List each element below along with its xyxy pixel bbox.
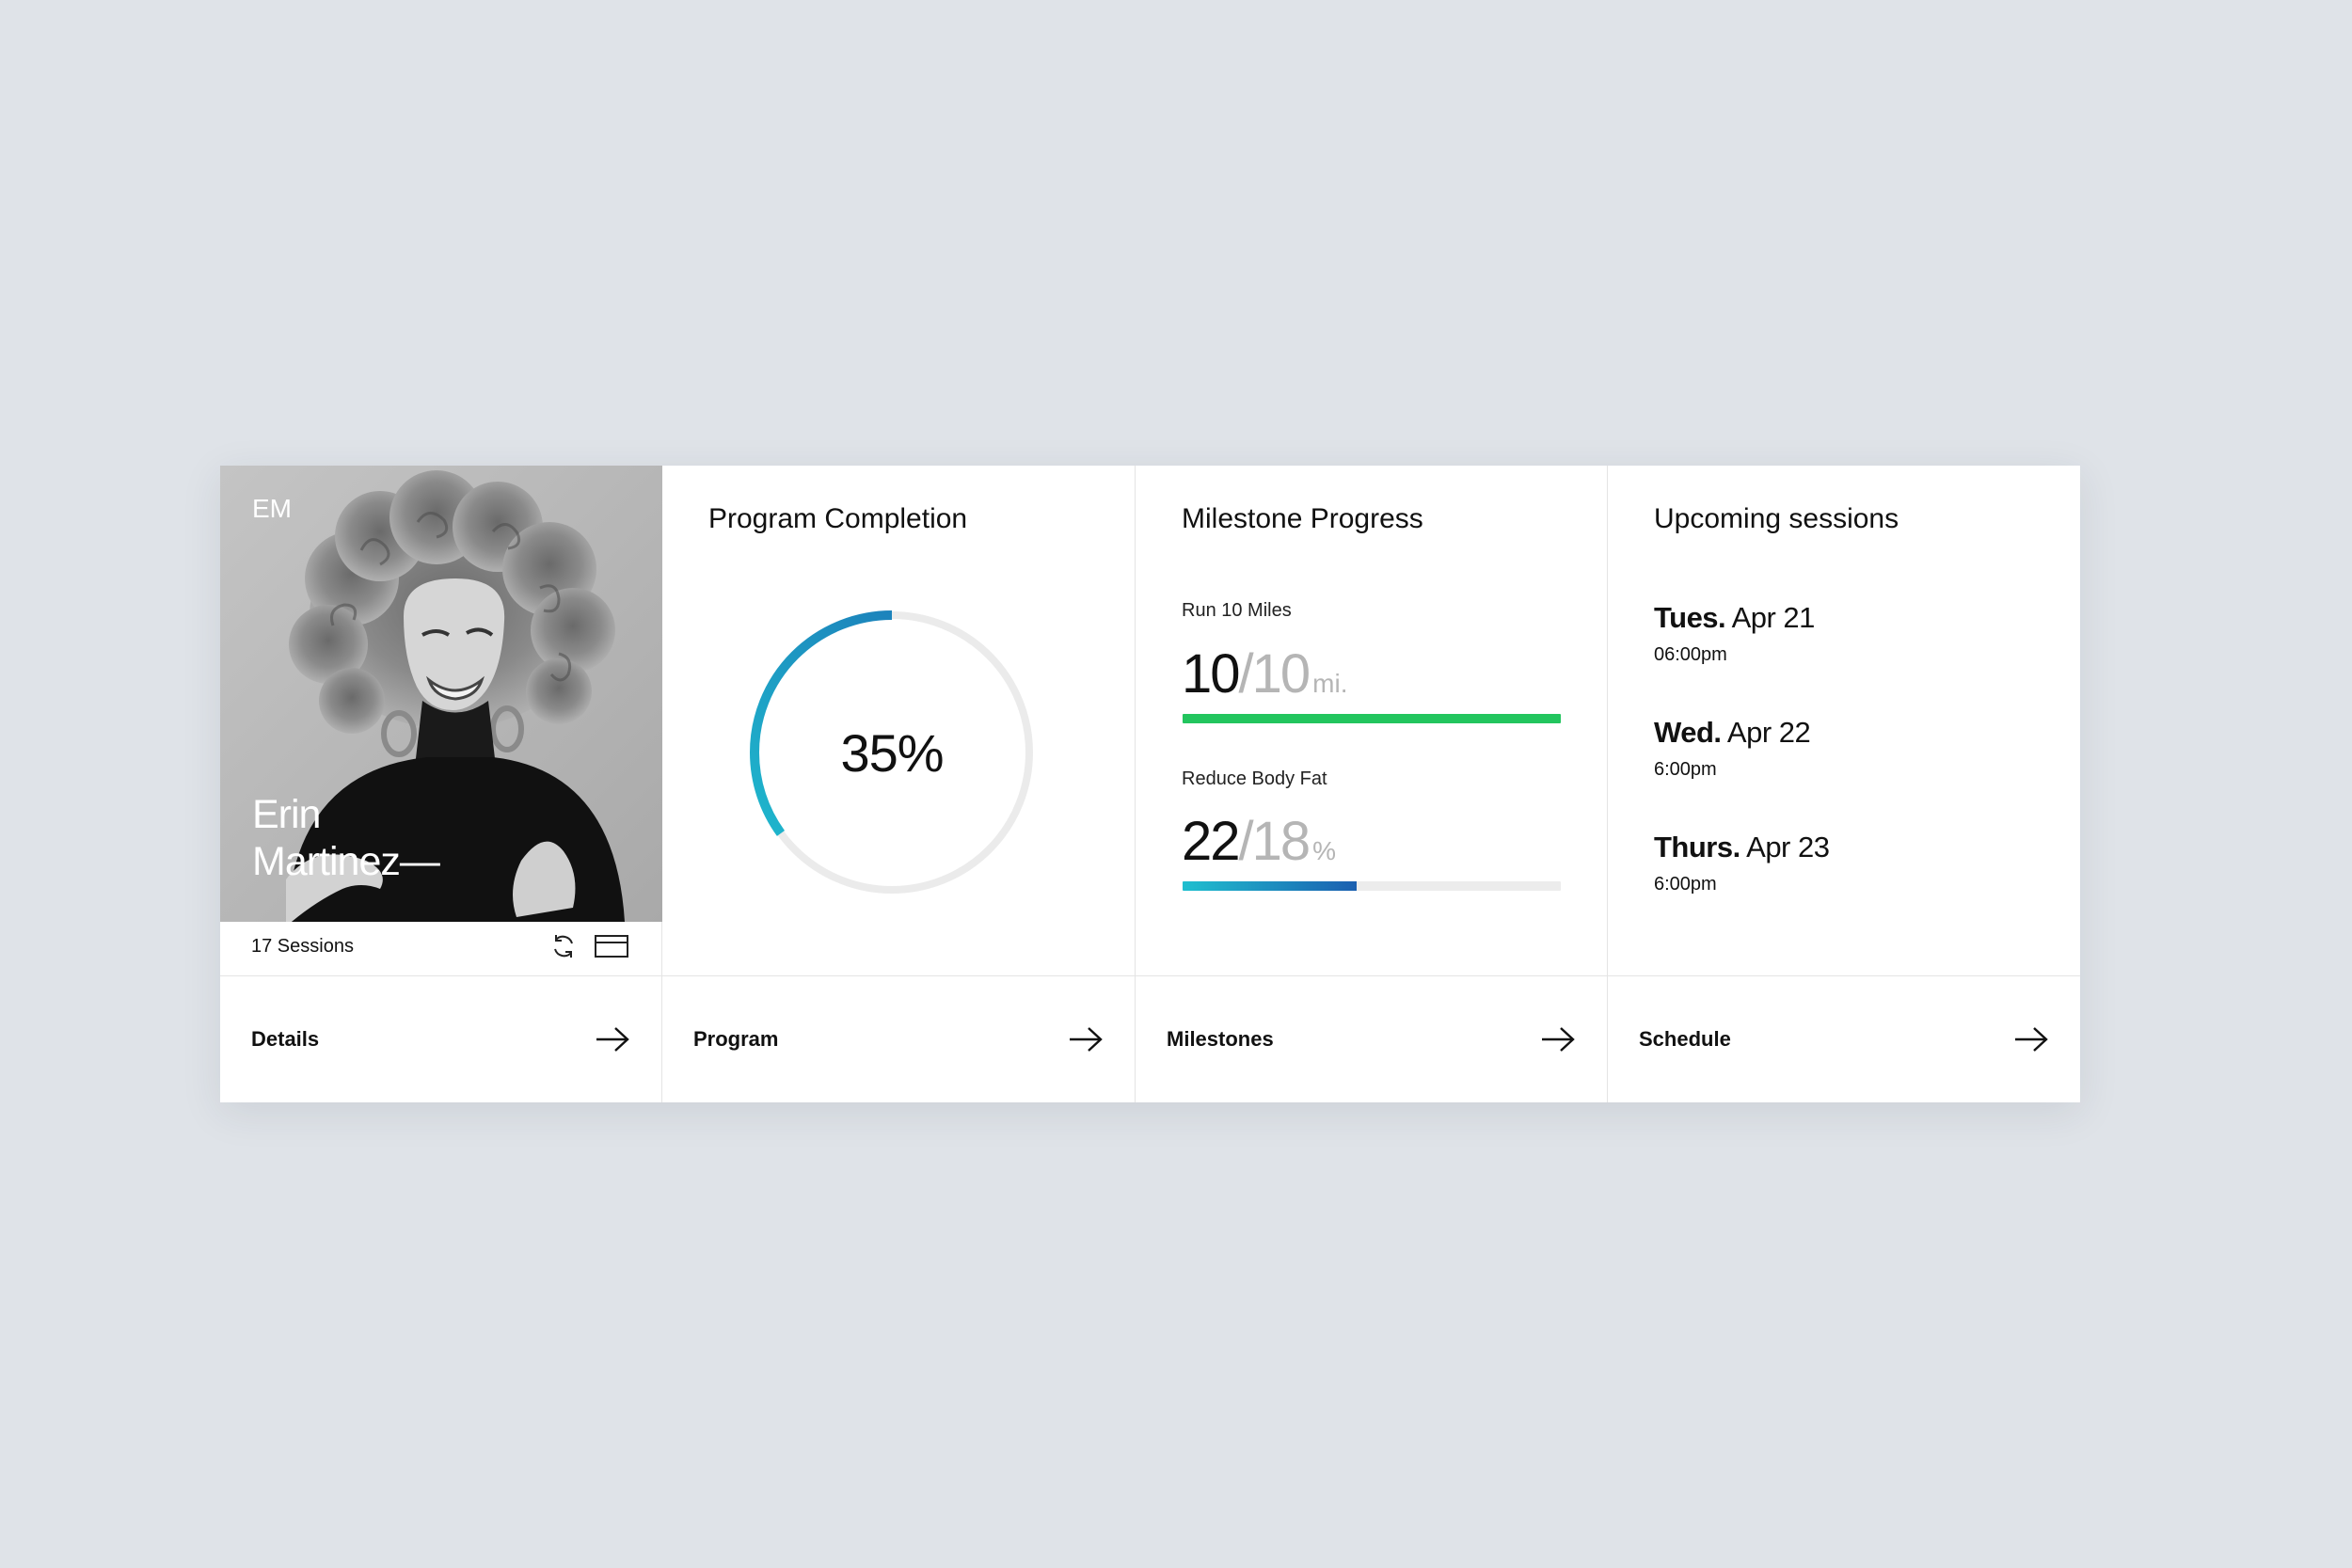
milestone-current: 10 [1182, 643, 1240, 705]
milestone-progress-fill [1183, 881, 1357, 891]
profile-name: Erin Martinez— [252, 791, 440, 885]
profile-card: EM Erin Martinez— 17 Sessions Details [220, 466, 662, 1102]
session-time: 06:00pm [1654, 644, 1727, 665]
profile-name-last: Martinez— [252, 839, 440, 884]
session-date-text: Apr 23 [1746, 831, 1830, 863]
milestone-target: 10 [1251, 643, 1311, 705]
program-label: Program [693, 1027, 779, 1051]
upcoming-sessions-card: Upcoming sessions Tues. Apr 21 06:00pm W… [1608, 466, 2080, 1102]
arrow-right-icon [1542, 1027, 1575, 1052]
profile-name-first: Erin [252, 792, 321, 837]
completion-percent: 35% [840, 722, 944, 783]
program-completion-card: Program Completion 35% Program [662, 466, 1136, 1102]
milestone-unit: % [1312, 836, 1337, 865]
completion-ring: 35% [741, 602, 1042, 903]
upcoming-sessions-title: Upcoming sessions [1654, 503, 1899, 534]
milestone-slash: / [1238, 643, 1254, 705]
profile-card-top: EM Erin Martinez— 17 Sessions [220, 466, 662, 976]
session-date-text: Apr 22 [1726, 716, 1811, 749]
dashboard-card-row: EM Erin Martinez— 17 Sessions Details Pr… [220, 466, 2080, 1102]
session-day: Thurs. [1654, 831, 1740, 863]
session-date: Tues. Apr 21 [1654, 601, 1815, 635]
milestone-value: 10/10 mi. [1182, 642, 1347, 705]
milestone-progress-fill [1183, 714, 1561, 723]
milestone-progress-title: Milestone Progress [1182, 503, 1423, 534]
session-date: Wed. Apr 22 [1654, 716, 1811, 750]
session-date: Thurs. Apr 23 [1654, 831, 1830, 864]
program-link[interactable]: Program [662, 976, 1135, 1102]
session-day: Tues. [1654, 601, 1726, 634]
upcoming-sessions-top: Upcoming sessions Tues. Apr 21 06:00pm W… [1608, 466, 2080, 976]
milestone-progress-top: Milestone Progress Run 10 Miles 10/10 mi.… [1136, 466, 1607, 976]
schedule-link[interactable]: Schedule [1608, 976, 2080, 1102]
session-day: Wed. [1654, 716, 1722, 749]
arrow-right-icon [1070, 1027, 1103, 1052]
milestones-link[interactable]: Milestones [1136, 976, 1607, 1102]
milestone-progress-bar [1183, 714, 1561, 723]
program-completion-title: Program Completion [708, 503, 968, 534]
milestone-current: 22 [1182, 811, 1240, 872]
session-count: 17 Sessions [251, 936, 354, 957]
milestone-target: 18 [1251, 811, 1311, 872]
milestone-slash: / [1238, 811, 1254, 872]
profile-initials: EM [252, 494, 292, 523]
program-completion-top: Program Completion 35% [662, 466, 1135, 976]
card-icon[interactable] [595, 935, 628, 958]
milestones-label: Milestones [1167, 1027, 1274, 1051]
milestone-label: Run 10 Miles [1182, 600, 1292, 621]
session-time: 6:00pm [1654, 874, 1717, 895]
milestone-label: Reduce Body Fat [1182, 768, 1327, 789]
milestone-value: 22/18% [1182, 810, 1336, 873]
profile-photo: EM Erin Martinez— [220, 466, 662, 922]
schedule-label: Schedule [1639, 1027, 1731, 1051]
session-time: 6:00pm [1654, 759, 1717, 780]
refresh-icon[interactable] [549, 932, 578, 960]
arrow-right-icon [2015, 1027, 2048, 1052]
arrow-right-icon [596, 1027, 629, 1052]
milestone-unit: mi. [1312, 669, 1348, 698]
details-label: Details [251, 1027, 320, 1051]
milestone-progress-bar [1183, 881, 1561, 891]
details-link[interactable]: Details [220, 976, 661, 1102]
session-date-text: Apr 21 [1731, 601, 1816, 634]
milestone-progress-card: Milestone Progress Run 10 Miles 10/10 mi.… [1136, 466, 1608, 1102]
